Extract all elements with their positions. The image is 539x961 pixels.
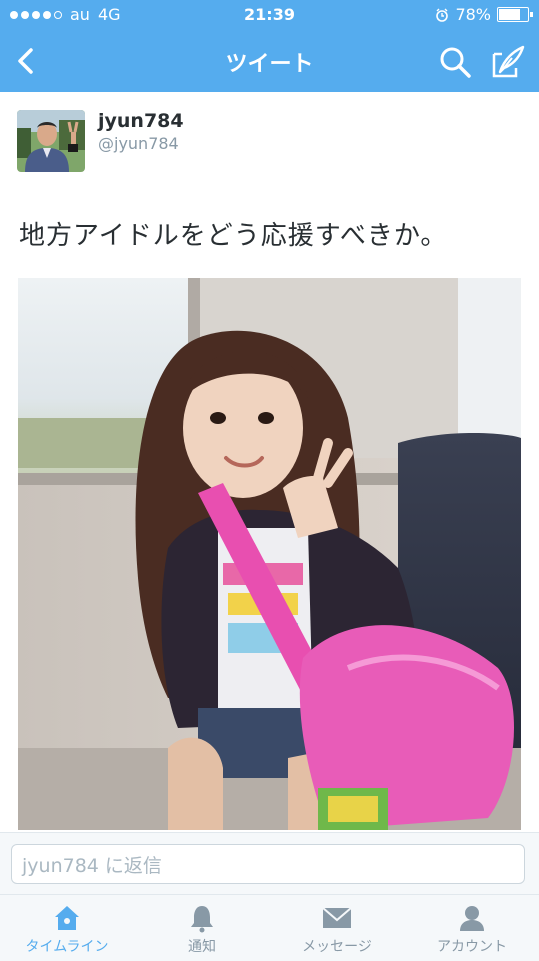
tab-label-account: アカウント	[437, 939, 507, 955]
tab-account[interactable]: アカウント	[405, 895, 539, 961]
tab-messages[interactable]: メッセージ	[270, 895, 404, 961]
reply-input[interactable]: jyun784 に返信	[11, 844, 525, 884]
tab-timeline[interactable]: タイムライン	[0, 895, 134, 961]
status-right: 78%	[435, 5, 533, 24]
battery-icon	[497, 7, 533, 22]
alarm-icon	[436, 8, 449, 22]
tab-label-notifications: 通知	[188, 939, 216, 955]
avatar-photo	[17, 110, 85, 172]
user-handle[interactable]: @jyun784	[98, 134, 179, 153]
photo-image	[18, 278, 521, 830]
tab-label-timeline: タイムライン	[25, 939, 109, 955]
tab-label-messages: メッセージ	[302, 939, 372, 955]
home-icon	[55, 906, 79, 930]
tweet-text: 地方アイドルをどう応援すべきか。	[19, 221, 448, 251]
search-icon[interactable]	[438, 45, 472, 79]
status-bar: au 4G 21:39 78%	[0, 0, 539, 30]
battery-percent: 78%	[455, 5, 491, 24]
tab-notifications[interactable]: 通知	[135, 895, 269, 961]
bell-icon	[191, 906, 213, 933]
avatar[interactable]	[17, 110, 85, 172]
user-display-name[interactable]: jyun784	[98, 110, 184, 132]
tweet-header: jyun784 @jyun784	[0, 92, 539, 192]
compose-icon[interactable]	[490, 44, 526, 80]
tweet-photo[interactable]	[18, 278, 521, 830]
envelope-icon	[322, 907, 352, 928]
person-icon	[460, 906, 484, 931]
navigation-bar: ツイート	[0, 30, 539, 92]
reply-bar: jyun784 に返信	[0, 832, 539, 895]
tab-bar: タイムライン 通知 メッセージ アカウント	[0, 894, 539, 961]
